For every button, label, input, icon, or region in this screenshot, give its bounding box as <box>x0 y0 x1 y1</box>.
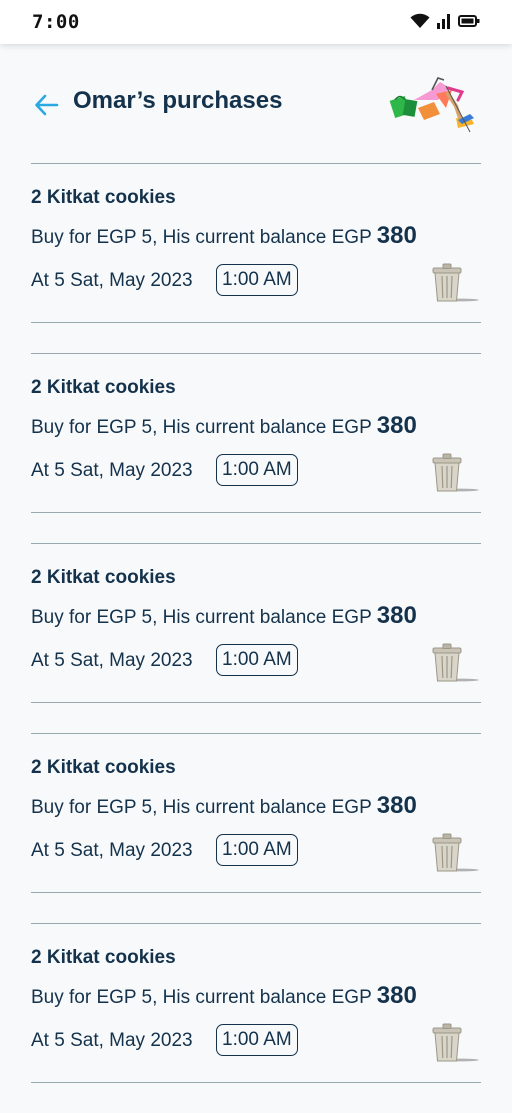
item-title: 2 Kitkat cookies <box>31 567 176 588</box>
item-balance: 380 <box>376 222 417 249</box>
item-price-text: Buy for EGP 5, His current balance EGP <box>31 987 372 1008</box>
item-title: 2 Kitkat cookies <box>31 757 176 778</box>
trash-icon[interactable] <box>429 1020 481 1064</box>
back-arrow-icon <box>35 94 59 116</box>
item-price-text: Buy for EGP 5, His current balance EGP <box>31 797 372 818</box>
wifi-icon <box>410 13 430 28</box>
item-balance: 380 <box>376 792 417 819</box>
item-time: 1:00 AM <box>216 834 298 866</box>
back-button[interactable] <box>33 91 61 119</box>
item-time: 1:00 AM <box>216 1024 298 1056</box>
item-title: 2 Kitkat cookies <box>31 377 176 398</box>
purchase-card: 2 Kitkat cookies Buy for EGP 5, His curr… <box>31 353 481 513</box>
item-date: At 5 Sat, May 2023 <box>31 840 193 861</box>
item-time: 1:00 AM <box>216 264 298 296</box>
item-date: At 5 Sat, May 2023 <box>31 270 193 291</box>
status-time: 7:00 <box>32 11 80 33</box>
item-date: At 5 Sat, May 2023 <box>31 460 193 481</box>
item-balance: 380 <box>376 982 417 1009</box>
trash-icon[interactable] <box>429 640 481 684</box>
trash-icon[interactable] <box>429 260 481 304</box>
item-title: 2 Kitkat cookies <box>31 947 176 968</box>
header: Omar’s purchases <box>0 72 512 142</box>
item-time: 1:00 AM <box>216 644 298 676</box>
page-title: Omar’s purchases <box>73 87 283 114</box>
item-balance: 380 <box>376 412 417 439</box>
item-price-text: Buy for EGP 5, His current balance EGP <box>31 607 372 628</box>
battery-icon <box>458 15 480 27</box>
purchase-card: 2 Kitkat cookies Buy for EGP 5, His curr… <box>31 923 481 1083</box>
item-date: At 5 Sat, May 2023 <box>31 650 193 671</box>
purchase-card: 2 Kitkat cookies Buy for EGP 5, His curr… <box>31 163 481 323</box>
item-price-text: Buy for EGP 5, His current balance EGP <box>31 227 372 248</box>
item-time: 1:00 AM <box>216 454 298 486</box>
trash-icon[interactable] <box>429 450 481 494</box>
purchase-list: 2 Kitkat cookies Buy for EGP 5, His curr… <box>0 163 512 1113</box>
status-bar: 7:00 <box>0 0 512 44</box>
item-title: 2 Kitkat cookies <box>31 187 176 208</box>
shopping-illustration <box>389 77 474 133</box>
item-description: Buy for EGP 5, His current balance EGP 38… <box>31 602 417 630</box>
trash-icon[interactable] <box>429 830 481 874</box>
purchase-card: 2 Kitkat cookies Buy for EGP 5, His curr… <box>31 733 481 893</box>
item-description: Buy for EGP 5, His current balance EGP 38… <box>31 222 417 250</box>
item-description: Buy for EGP 5, His current balance EGP 38… <box>31 412 417 440</box>
purchase-card: 2 Kitkat cookies Buy for EGP 5, His curr… <box>31 543 481 703</box>
item-balance: 380 <box>376 602 417 629</box>
item-date: At 5 Sat, May 2023 <box>31 1030 193 1051</box>
item-price-text: Buy for EGP 5, His current balance EGP <box>31 417 372 438</box>
item-description: Buy for EGP 5, His current balance EGP 38… <box>31 982 417 1010</box>
signal-icon <box>437 14 450 29</box>
item-description: Buy for EGP 5, His current balance EGP 38… <box>31 792 417 820</box>
status-icons <box>410 13 480 29</box>
